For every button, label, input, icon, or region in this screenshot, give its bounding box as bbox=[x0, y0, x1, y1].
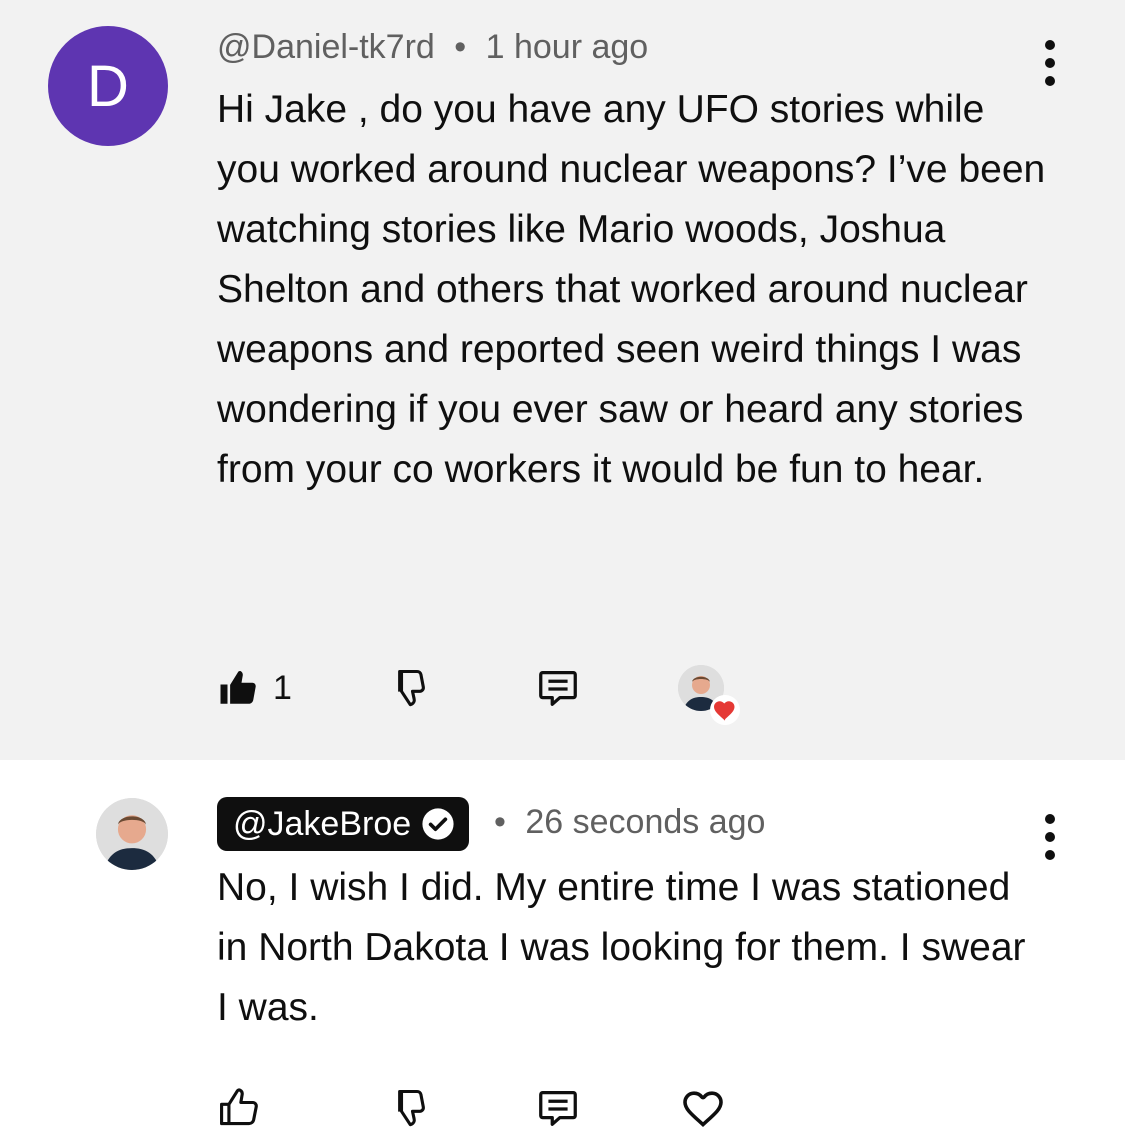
like-count: 1 bbox=[273, 668, 292, 707]
separator-dot: • bbox=[454, 28, 467, 66]
reply-author: @JakeBroe bbox=[233, 804, 412, 843]
avatar[interactable] bbox=[96, 798, 168, 870]
creator-heart-badge bbox=[678, 665, 740, 725]
comment-meta: @Daniel-tk7rd • 1 hour ago bbox=[217, 28, 648, 67]
thumbs-up-icon bbox=[220, 670, 256, 704]
thumbs-down-icon bbox=[398, 1089, 425, 1127]
more-vert-icon[interactable] bbox=[1042, 814, 1058, 860]
dislike-button[interactable] bbox=[385, 1078, 429, 1138]
reply-text: No, I wish I did. My entire time I was s… bbox=[217, 866, 1026, 1029]
avatar[interactable]: D bbox=[48, 26, 168, 146]
comment-card: D @Daniel-tk7rd • 1 hour ago Hi Jake , d… bbox=[0, 0, 1125, 760]
comment-time[interactable]: 1 hour ago bbox=[486, 28, 649, 66]
separator-dot: • bbox=[494, 803, 506, 841]
comment-text: Hi Jake , do you have any UFO stories wh… bbox=[217, 88, 1046, 491]
reply-button[interactable] bbox=[535, 1078, 581, 1138]
like-button[interactable]: 1 bbox=[217, 658, 292, 718]
like-button[interactable] bbox=[217, 1078, 261, 1138]
reply-button[interactable] bbox=[535, 658, 581, 718]
comment-author[interactable]: @Daniel-tk7rd bbox=[217, 28, 435, 66]
heart-icon bbox=[710, 695, 740, 725]
comment-icon bbox=[539, 1091, 577, 1126]
reply-actions bbox=[217, 1078, 817, 1138]
reply-meta: • 26 seconds ago bbox=[494, 803, 765, 842]
thumbs-up-icon bbox=[220, 1088, 258, 1126]
dislike-button[interactable] bbox=[385, 658, 429, 718]
check-circle-icon bbox=[422, 808, 454, 840]
reply-time[interactable]: 26 seconds ago bbox=[525, 803, 765, 841]
comment-icon bbox=[539, 671, 577, 706]
creator-name-chip[interactable]: @JakeBroe bbox=[217, 797, 470, 851]
thumbs-down-icon bbox=[398, 669, 425, 707]
heart-button[interactable] bbox=[679, 1078, 727, 1138]
